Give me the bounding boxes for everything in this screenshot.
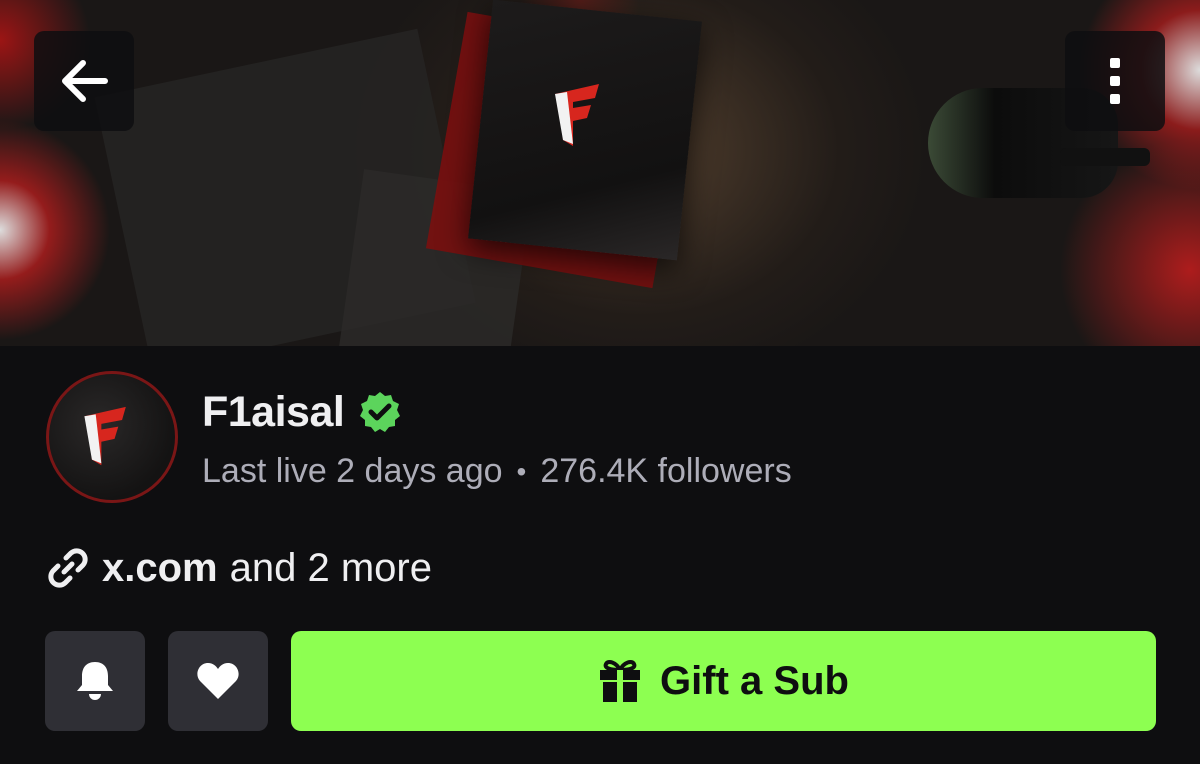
more-vertical-icon — [1110, 58, 1120, 104]
banner-lamp-stem — [1060, 148, 1150, 166]
banner-logo-icon — [555, 84, 599, 146]
more-links[interactable]: and 2 more — [230, 546, 432, 591]
last-live-text: Last live 2 days ago — [202, 452, 503, 490]
bell-icon — [77, 662, 113, 700]
channel-meta: Last live 2 days ago • 276.4K followers — [202, 452, 792, 491]
followers-count: 276.4K followers — [540, 452, 792, 490]
more-options-button[interactable] — [1065, 31, 1165, 131]
channel-name-row: F1aisal — [202, 386, 402, 438]
avatar[interactable] — [46, 371, 178, 503]
gift-sub-label: Gift a Sub — [660, 658, 849, 703]
primary-link[interactable]: x.com — [102, 546, 218, 591]
social-links[interactable]: x.com and 2 more — [44, 544, 432, 592]
channel-banner — [0, 0, 1200, 346]
back-button[interactable] — [34, 31, 134, 131]
meta-separator: • — [516, 455, 527, 487]
channel-logo-icon — [84, 406, 126, 466]
gift-sub-button[interactable]: Gift a Sub — [291, 631, 1156, 731]
channel-name: F1aisal — [202, 387, 345, 436]
link-icon — [48, 548, 88, 588]
verified-badge-icon — [360, 392, 401, 432]
arrow-left-icon — [62, 60, 108, 102]
notifications-button[interactable] — [45, 631, 145, 731]
heart-icon — [197, 663, 239, 699]
gift-icon — [600, 660, 641, 702]
follow-button[interactable] — [168, 631, 268, 731]
